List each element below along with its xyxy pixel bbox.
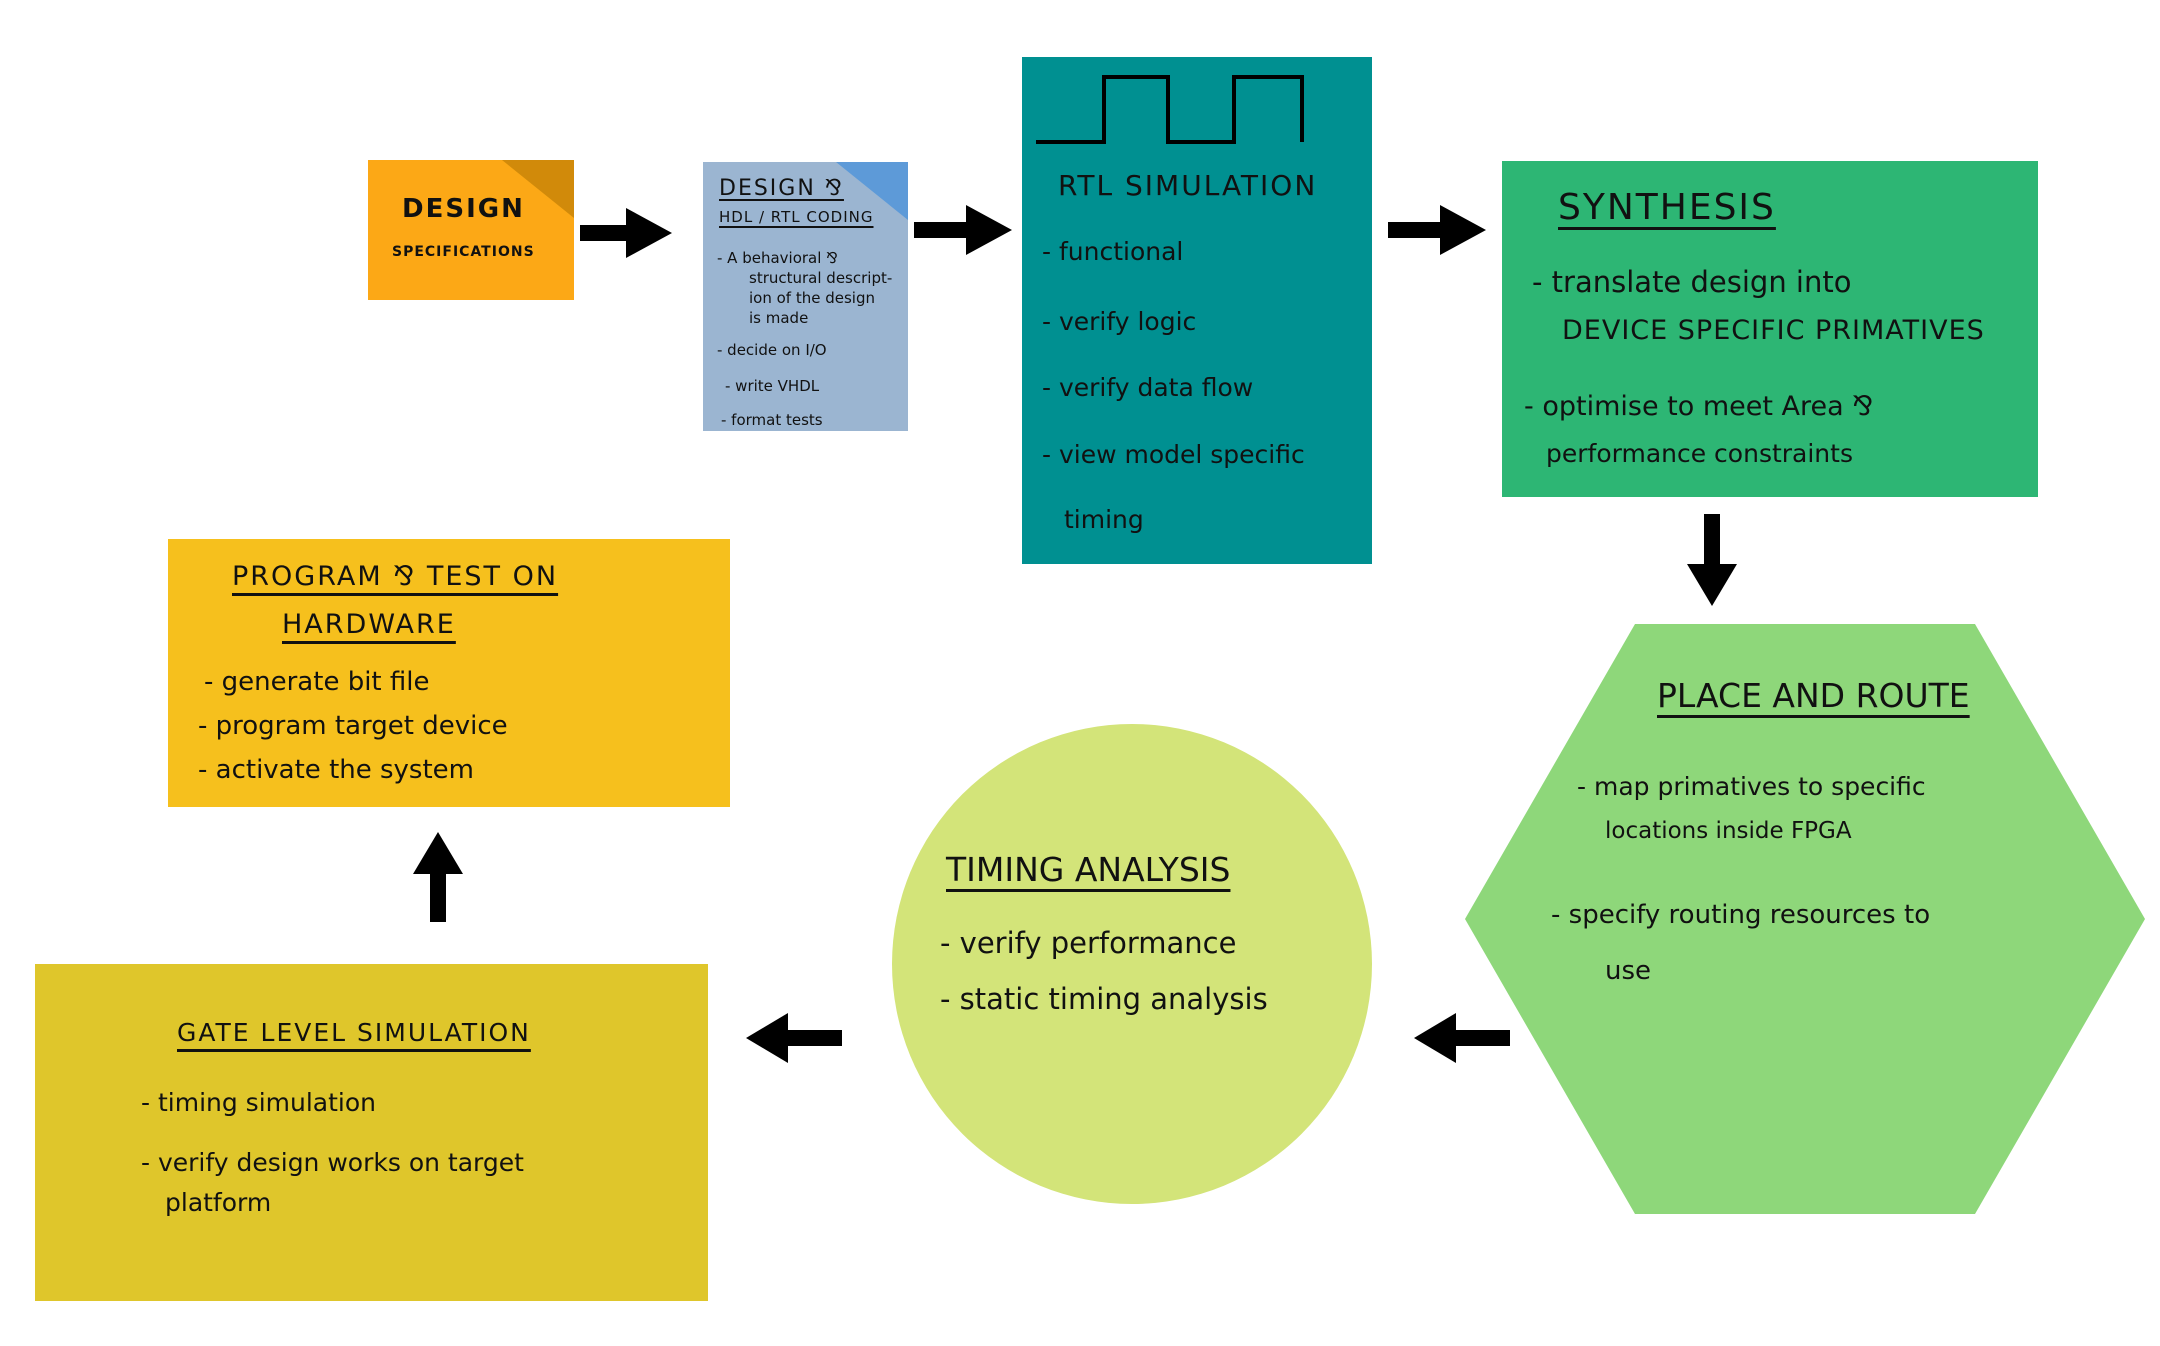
- synthesis-box: SYNTHESIS - translate design into DEVICE…: [1502, 161, 2038, 497]
- rtl-item-view-model: - view model specific: [1042, 440, 1305, 469]
- gate-sim-item-3: platform: [165, 1188, 272, 1217]
- timing-analysis-circle: TIMING ANALYSIS - verify performance - s…: [892, 724, 1372, 1204]
- rtl-simulation-title: RTL SIMULATION: [1058, 169, 1318, 202]
- program-test-title-line1: PROGRAM ⅋ TEST ON: [232, 561, 559, 592]
- gate-sim-title: GATE LEVEL SIMULATION: [177, 1018, 531, 1047]
- program-item-3: - activate the system: [198, 755, 474, 785]
- synthesis-item-4: performance constraints: [1546, 439, 1853, 468]
- place-and-route-hexagon: PLACE AND ROUTE - map primatives to spec…: [1465, 624, 2145, 1214]
- place-route-title: PLACE AND ROUTE: [1657, 676, 1970, 715]
- place-route-item-2: locations inside FPGA: [1605, 818, 1852, 844]
- rtl-item-functional: - functional: [1042, 237, 1184, 266]
- clock-waveform-icon: [1036, 75, 1304, 144]
- rtl-item-timing: timing: [1064, 505, 1144, 534]
- gate-sim-item-1: - timing simulation: [141, 1088, 376, 1117]
- place-route-item-1: - map primatives to specific: [1577, 772, 1926, 801]
- program-item-2: - program target device: [198, 711, 508, 741]
- synthesis-item-1: - translate design into: [1532, 265, 1852, 299]
- hdl-rtl-coding-note: DESIGN ⅋ HDL / RTL CODING - A behavioral…: [703, 162, 908, 431]
- synthesis-title: SYNTHESIS: [1558, 187, 1776, 228]
- rtl-item-verify-data-flow: - verify data flow: [1042, 373, 1254, 402]
- arrow-timing-to-gate-sim: [746, 1013, 842, 1063]
- hdl-item-3: ion of the design: [749, 289, 875, 307]
- hdl-item-2: structural descript-: [749, 269, 893, 287]
- program-and-test-box: PROGRAM ⅋ TEST ON HARDWARE - generate bi…: [168, 539, 730, 807]
- place-route-item-4: use: [1605, 956, 1652, 986]
- design-specifications-note: DESIGN SPECIFICATIONS: [368, 160, 574, 300]
- gate-sim-item-2: - verify design works on target: [141, 1148, 524, 1177]
- arrow-hdl-to-rtl: [914, 205, 1012, 255]
- synthesis-item-2: DEVICE SPECIFIC PRIMATIVES: [1562, 315, 1985, 346]
- arrow-rtl-to-synthesis: [1388, 205, 1486, 255]
- program-test-title-line2: HARDWARE: [282, 609, 456, 640]
- hdl-item-1: - A behavioral ⅋: [717, 249, 838, 267]
- design-specifications-title: DESIGN: [402, 194, 525, 224]
- hdl-coding-title: DESIGN ⅋: [719, 176, 844, 201]
- design-specifications-subtitle: SPECIFICATIONS: [392, 244, 535, 260]
- timing-item-verify-performance: - verify performance: [940, 926, 1237, 960]
- arrow-specs-to-hdl: [580, 208, 672, 258]
- program-item-1: - generate bit file: [204, 667, 430, 697]
- hdl-item-5: - decide on I/O: [717, 341, 827, 359]
- rtl-item-verify-logic: - verify logic: [1042, 307, 1197, 336]
- synthesis-item-3: - optimise to meet Area ⅋: [1524, 391, 1874, 422]
- place-route-item-3: - specify routing resources to: [1551, 900, 1931, 930]
- timing-item-static-timing: - static timing analysis: [940, 982, 1268, 1016]
- arrow-synthesis-to-place-route: [1687, 514, 1737, 606]
- hdl-coding-subtitle: HDL / RTL CODING: [719, 208, 874, 226]
- hdl-item-7: - format tests: [721, 411, 823, 429]
- timing-analysis-title: TIMING ANALYSIS: [946, 850, 1231, 889]
- hdl-item-6: - write VHDL: [725, 377, 820, 395]
- arrow-gate-sim-to-program: [413, 832, 463, 922]
- rtl-simulation-box: RTL SIMULATION - functional - verify log…: [1022, 57, 1372, 564]
- gate-level-simulation-box: GATE LEVEL SIMULATION - timing simulatio…: [35, 964, 708, 1301]
- hdl-item-4: is made: [749, 309, 809, 327]
